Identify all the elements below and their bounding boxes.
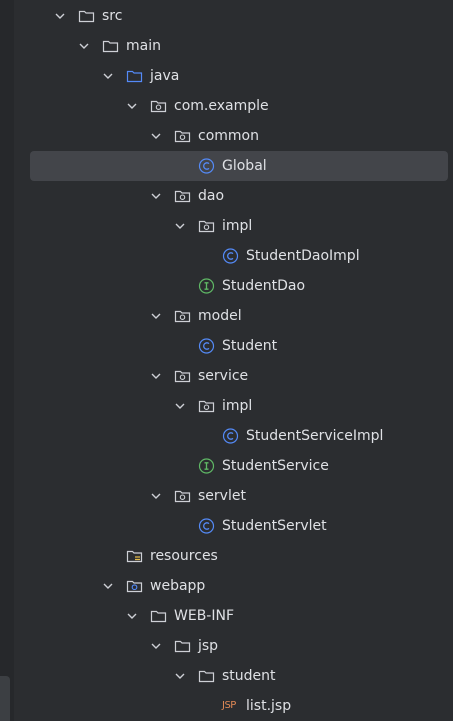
folder-icon <box>78 8 95 24</box>
tree-row-dao[interactable]: dao <box>30 181 448 211</box>
tree-row-student-dao[interactable]: StudentDao <box>30 271 448 301</box>
tree-item-label: src <box>102 8 123 24</box>
tree-item-label: WEB-INF <box>174 608 234 624</box>
package-icon <box>174 128 191 144</box>
tree-item-label: student <box>222 668 276 684</box>
tree-item-label: servlet <box>198 488 246 504</box>
tree-item-label: StudentService <box>222 458 329 474</box>
class-icon <box>198 158 215 174</box>
tree-item-label: StudentDaoImpl <box>246 248 360 264</box>
chevron-down-icon[interactable] <box>148 361 164 391</box>
tree-item-label: list.jsp <box>246 698 292 714</box>
tree-row-servlet[interactable]: servlet <box>30 481 448 511</box>
chevron-down-icon[interactable] <box>172 391 188 421</box>
project-tree: src main java com.example common Global … <box>0 0 453 721</box>
package-icon <box>174 308 191 324</box>
tree-row-student-servlet[interactable]: StudentServlet <box>30 511 448 541</box>
chevron-down-icon[interactable] <box>148 631 164 661</box>
folder-icon <box>150 608 167 624</box>
tree-row-resources[interactable]: resources <box>30 541 448 571</box>
tree-item-label: impl <box>222 398 253 414</box>
tree-row-dao-impl[interactable]: impl <box>30 211 448 241</box>
tree-row-main[interactable]: main <box>30 31 448 61</box>
package-icon <box>174 368 191 384</box>
tree-item-label: service <box>198 368 249 384</box>
tree-row-webapp[interactable]: webapp <box>30 571 448 601</box>
package-icon <box>198 398 215 414</box>
package-icon <box>150 98 167 114</box>
class-icon <box>198 518 215 534</box>
tree-row-src[interactable]: src <box>30 1 448 31</box>
chevron-down-icon[interactable] <box>172 211 188 241</box>
tree-item-label: StudentDao <box>222 278 306 294</box>
chevron-down-icon[interactable] <box>148 181 164 211</box>
jsp-icon: JSP <box>222 700 236 711</box>
chevron-down-icon[interactable] <box>52 1 68 31</box>
class-icon <box>198 338 215 354</box>
tree-row-model[interactable]: model <box>30 301 448 331</box>
resources-folder-icon <box>126 548 143 564</box>
tree-row-web-inf[interactable]: WEB-INF <box>30 601 448 631</box>
tree-row-student-service-impl[interactable]: StudentServiceImpl <box>30 421 448 451</box>
chevron-down-icon[interactable] <box>148 121 164 151</box>
tree-row-student-service[interactable]: StudentService <box>30 451 448 481</box>
tree-row-list-jsp[interactable]: JSP list.jsp <box>30 691 448 721</box>
chevron-down-icon[interactable] <box>124 91 140 121</box>
tree-item-label: resources <box>150 548 218 564</box>
tree-row-java[interactable]: java <box>30 61 448 91</box>
tree-item-label: StudentServlet <box>222 518 327 534</box>
interface-icon <box>198 458 215 474</box>
chevron-down-icon[interactable] <box>100 61 116 91</box>
class-icon <box>222 428 239 444</box>
tree-row-student-folder[interactable]: student <box>30 661 448 691</box>
tree-item-label: dao <box>198 188 225 204</box>
tree-item-label: java <box>150 68 180 84</box>
folder-icon <box>198 668 215 684</box>
tree-row-common[interactable]: common <box>30 121 448 151</box>
tree-row-global[interactable]: Global <box>30 151 448 181</box>
chevron-down-icon[interactable] <box>172 661 188 691</box>
tree-row-service-impl[interactable]: impl <box>30 391 448 421</box>
tree-item-label: model <box>198 308 242 324</box>
package-icon <box>174 188 191 204</box>
tree-item-label: jsp <box>198 638 219 654</box>
tree-row-jsp[interactable]: jsp <box>30 631 448 661</box>
web-folder-icon <box>126 578 143 594</box>
package-icon <box>174 488 191 504</box>
tree-item-label: Global <box>222 158 267 174</box>
tree-item-label: webapp <box>150 578 206 594</box>
tree-item-label: impl <box>222 218 253 234</box>
interface-icon <box>198 278 215 294</box>
chevron-down-icon[interactable] <box>100 571 116 601</box>
source-folder-icon <box>126 68 143 84</box>
tree-item-label: main <box>126 38 161 54</box>
class-icon <box>222 248 239 264</box>
chevron-down-icon[interactable] <box>124 601 140 631</box>
chevron-down-icon[interactable] <box>148 301 164 331</box>
chevron-down-icon[interactable] <box>76 31 92 61</box>
tree-row-com-example[interactable]: com.example <box>30 91 448 121</box>
tree-row-service[interactable]: service <box>30 361 448 391</box>
tree-item-label: common <box>198 128 259 144</box>
tree-row-student-dao-impl[interactable]: StudentDaoImpl <box>30 241 448 271</box>
tree-item-label: com.example <box>174 98 269 114</box>
chevron-down-icon[interactable] <box>148 481 164 511</box>
folder-icon <box>174 638 191 654</box>
tree-item-label: StudentServiceImpl <box>246 428 384 444</box>
tree-item-label: Student <box>222 338 278 354</box>
package-icon <box>198 218 215 234</box>
tree-row-student[interactable]: Student <box>30 331 448 361</box>
folder-icon <box>102 38 119 54</box>
